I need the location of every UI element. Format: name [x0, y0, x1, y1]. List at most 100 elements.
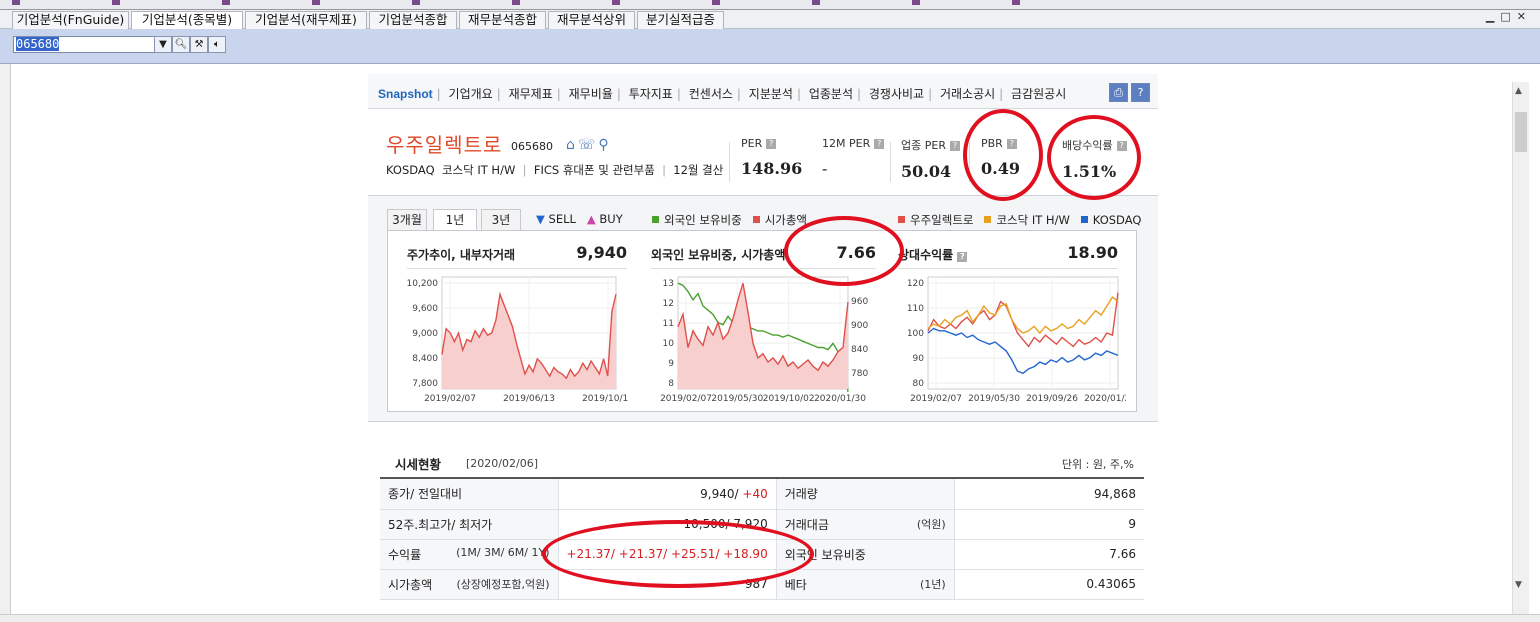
- chart-box: 주가추이, 내부자거래 9,940 외국인 보유비중, 시가총액 7.66 상대…: [387, 230, 1137, 412]
- period-tab-1y[interactable]: 1년: [433, 209, 477, 231]
- tab-company-analysis[interactable]: 기업분석(종목별): [131, 11, 243, 30]
- window-tab-fragment[interactable]: [812, 0, 822, 7]
- period-tab-3m[interactable]: 3개월: [387, 209, 427, 231]
- period-tab-3y[interactable]: 3년: [481, 209, 521, 231]
- scroll-down-icon[interactable]: ▼: [1515, 580, 1522, 590]
- nav-industry-analysis[interactable]: 업종분석: [805, 87, 857, 101]
- search-icon[interactable]: 🔍︎: [172, 36, 190, 53]
- window-tab-fragment[interactable]: [412, 0, 422, 7]
- row-label: 종가/ 전일대비: [388, 487, 463, 502]
- x-tick-label: 2019/06/13: [503, 394, 555, 404]
- row-value2-cell: 94,868: [954, 479, 1144, 510]
- x-tick-label: 2019/05/30: [711, 394, 763, 404]
- stock-code-input[interactable]: 065680: [13, 36, 155, 53]
- y-tick-label: 9,000: [412, 329, 438, 339]
- window-tab-fragment[interactable]: [1012, 0, 1022, 7]
- nav-consensus[interactable]: 컨센서스: [685, 87, 737, 101]
- tab-company-summary[interactable]: 기업분석종합: [369, 11, 457, 29]
- scroll-up-icon[interactable]: ▲: [1515, 86, 1522, 96]
- sub-navigation: Snapshot | 기업개요 | 재무제표 | 재무비율 | 투자지표 | 컨센서스 | …: [368, 74, 1158, 109]
- nav-financial-statements[interactable]: 재무제표: [505, 87, 557, 101]
- fiscal-label: 12월 결산: [673, 163, 724, 177]
- annotation-circle-returns: [542, 520, 814, 588]
- table-row: 종가/ 전일대비 9,940/ +40 거래량 94,868: [380, 479, 1144, 510]
- row-value2: 9: [1128, 517, 1136, 531]
- window-tab-fragment[interactable]: [512, 0, 522, 7]
- metric-industry-per-label: 업종 PER: [901, 139, 946, 152]
- help-icon[interactable]: ?: [1131, 83, 1150, 102]
- legend-sector: 코스닥 IT H/W: [996, 213, 1070, 227]
- chart-price-headline: 9,940: [576, 243, 627, 262]
- row-label-cell: 52주.최고가/ 최저가: [380, 509, 559, 540]
- buy-icon: ▲: [586, 212, 596, 226]
- nav-investment-indicators[interactable]: 투자지표: [625, 87, 677, 101]
- nav-snapshot[interactable]: Snapshot: [378, 87, 437, 101]
- nav-exchange-disclosure[interactable]: 거래소공시: [936, 87, 999, 101]
- nav-equity-analysis[interactable]: 지분분석: [745, 87, 797, 101]
- row-value: 9,940/: [700, 486, 739, 501]
- legend-kosdaq: KOSDAQ: [1092, 213, 1142, 227]
- info-icon[interactable]: ?: [766, 139, 777, 149]
- legend-right: 우주일렉트로 코스닥 IT H/W KOSDAQ: [898, 212, 1141, 228]
- y-tick-label: 10: [663, 339, 675, 349]
- chart-price-header: 주가추이, 내부자거래 9,940: [407, 242, 627, 269]
- location-icon[interactable]: ⚲: [598, 137, 611, 153]
- window-tab-fragment[interactable]: [712, 0, 722, 7]
- sell-label: SELL: [548, 212, 576, 226]
- dropdown-arrow-icon[interactable]: ▼: [154, 36, 172, 53]
- nav-company-overview[interactable]: 기업개요: [445, 87, 497, 101]
- window-tab-fragment[interactable]: [12, 0, 22, 7]
- tab-financial-summary[interactable]: 재무분석종합: [459, 11, 546, 29]
- info-icon[interactable]: ?: [874, 139, 885, 149]
- legend-middle: 외국인 보유비중 시가총액: [652, 212, 807, 228]
- nav-fss-disclosure[interactable]: 금감원공시: [1007, 87, 1070, 101]
- speaker-icon[interactable]: 🔈︎: [208, 36, 226, 53]
- row-label-cell: 종가/ 전일대비: [380, 479, 559, 510]
- row-value2: 94,868: [1094, 486, 1136, 501]
- info-icon[interactable]: ?: [957, 252, 968, 262]
- legend-foreign: 외국인 보유비중: [664, 213, 742, 227]
- y-tick-label: 90: [913, 354, 925, 364]
- window-controls[interactable]: ▁□✕: [1486, 10, 1532, 23]
- row-value2-cell: 9: [954, 509, 1144, 540]
- tab-financial-top[interactable]: 재무분석상위: [548, 11, 635, 29]
- info-icon[interactable]: ?: [949, 141, 960, 151]
- x-tick-label: 2019/10/17: [582, 394, 628, 404]
- nav-financial-ratios[interactable]: 재무비율: [565, 87, 617, 101]
- tab-quarterly-surge[interactable]: 분기실적급증: [637, 11, 724, 29]
- metric-12m-per-value: -: [822, 159, 828, 178]
- window-tab-fragment[interactable]: [912, 0, 922, 7]
- scroll-thumb[interactable]: [1515, 112, 1527, 152]
- y-tick-label: 7,800: [412, 379, 438, 389]
- legend-blue-swatch: [1080, 216, 1088, 223]
- chart-foreign-title: 외국인 보유비중, 시가총액: [651, 248, 786, 262]
- home-icon[interactable]: ⌂: [566, 137, 578, 153]
- vertical-scrollbar[interactable]: ▲ ▼: [1512, 82, 1529, 614]
- annotation-circle-foreign: [784, 216, 904, 286]
- row-label2-sub: (1년): [920, 577, 946, 591]
- chart-relative-title: 상대수익률: [898, 248, 954, 262]
- row-value-change: +40: [742, 486, 768, 501]
- window-tab-fragment[interactable]: [222, 0, 232, 7]
- row-label-cell: 수익률 (1M/ 3M/ 6M/ 1Y): [380, 539, 559, 570]
- chart-price-title: 주가추이, 내부자거래: [407, 248, 516, 262]
- window-tab-fragment[interactable]: [312, 0, 322, 7]
- annotation-circle-dividend: [1047, 115, 1141, 200]
- market-status-title: 시세현황: [395, 457, 442, 472]
- window-tab-fragment[interactable]: [612, 0, 622, 7]
- legend-orange-swatch: [984, 216, 992, 223]
- nav-competitor-comparison[interactable]: 경쟁사비교: [865, 87, 928, 101]
- metric-12m-per: 12M PER? -: [822, 137, 885, 178]
- window-tab-fragment[interactable]: [112, 0, 122, 7]
- y-tick-label: 8,400: [412, 354, 438, 364]
- tab-fnguide[interactable]: 기업분석(FnGuide): [12, 11, 129, 29]
- tools-icon[interactable]: ⚒: [190, 36, 208, 53]
- metric-per-label: PER: [741, 137, 763, 150]
- legend-green-swatch: [652, 216, 659, 223]
- tab-financial-statements[interactable]: 기업분석(재무제표): [245, 11, 367, 29]
- x-tick-label: 2019/02/07: [424, 394, 476, 404]
- phone-icon[interactable]: ☏: [578, 137, 599, 153]
- x-tick-label: 2019/05/30: [968, 394, 1020, 404]
- x-tick-label: 2019/02/07: [660, 394, 712, 404]
- print-icon[interactable]: ⎙: [1109, 83, 1128, 102]
